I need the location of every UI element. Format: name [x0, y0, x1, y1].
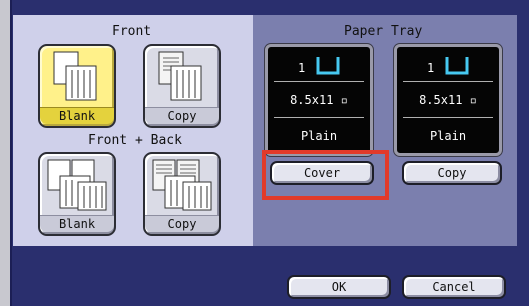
copy-document-icon: [158, 51, 202, 101]
blank-two-sided-icon: [47, 159, 107, 211]
tray-copy-button[interactable]: Copy: [402, 161, 502, 185]
front-back-blank-label: Blank: [40, 215, 114, 232]
front-copy-tile[interactable]: Copy: [143, 44, 221, 128]
tray-2-type: Plain: [429, 129, 467, 143]
left-edge-bar: [0, 0, 10, 306]
tray-display-2: 1 8.5x11 ▫ Plain: [394, 44, 502, 156]
tray-2-divider-bottom: [403, 117, 493, 118]
paper-tray-icon: [445, 57, 469, 75]
front-back-copy-label: Copy: [145, 215, 219, 232]
front-back-title: Front + Back: [88, 133, 182, 148]
paper-tray-title: Paper Tray: [344, 24, 423, 39]
paper-tray-icon: [316, 57, 340, 75]
orientation-icon: ▫: [469, 93, 477, 107]
tray-1-number: 1: [298, 61, 306, 75]
tray-1-divider-top: [274, 81, 364, 82]
front-blank-label: Blank: [40, 107, 114, 124]
tray-1-size-row: 8.5x11 ▫: [276, 93, 362, 107]
tray-2-divider-top: [403, 81, 493, 82]
tray-1-size: 8.5x11: [290, 93, 334, 107]
orientation-icon: ▫: [340, 93, 348, 107]
tray-1-type: Plain: [300, 129, 338, 143]
front-title: Front: [112, 24, 152, 39]
copy-two-sided-icon: [152, 159, 212, 211]
front-back-blank-tile[interactable]: Blank: [38, 152, 116, 236]
ok-button[interactable]: OK: [287, 275, 391, 299]
tray-display-1: 1 8.5x11 ▫ Plain: [265, 44, 373, 156]
front-blank-tile[interactable]: Blank: [38, 44, 116, 128]
tray-1-divider-bottom: [274, 117, 364, 118]
front-back-copy-tile[interactable]: Copy: [143, 152, 221, 236]
front-copy-label: Copy: [145, 107, 219, 124]
tray-2-number: 1: [427, 61, 435, 75]
tray-2-size: 8.5x11: [419, 93, 463, 107]
left-edge-divider: [10, 0, 12, 306]
tray-2-size-row: 8.5x11 ▫: [405, 93, 491, 107]
cover-highlight-box: [262, 150, 389, 200]
blank-document-icon: [53, 51, 97, 101]
cancel-button[interactable]: Cancel: [402, 275, 506, 299]
